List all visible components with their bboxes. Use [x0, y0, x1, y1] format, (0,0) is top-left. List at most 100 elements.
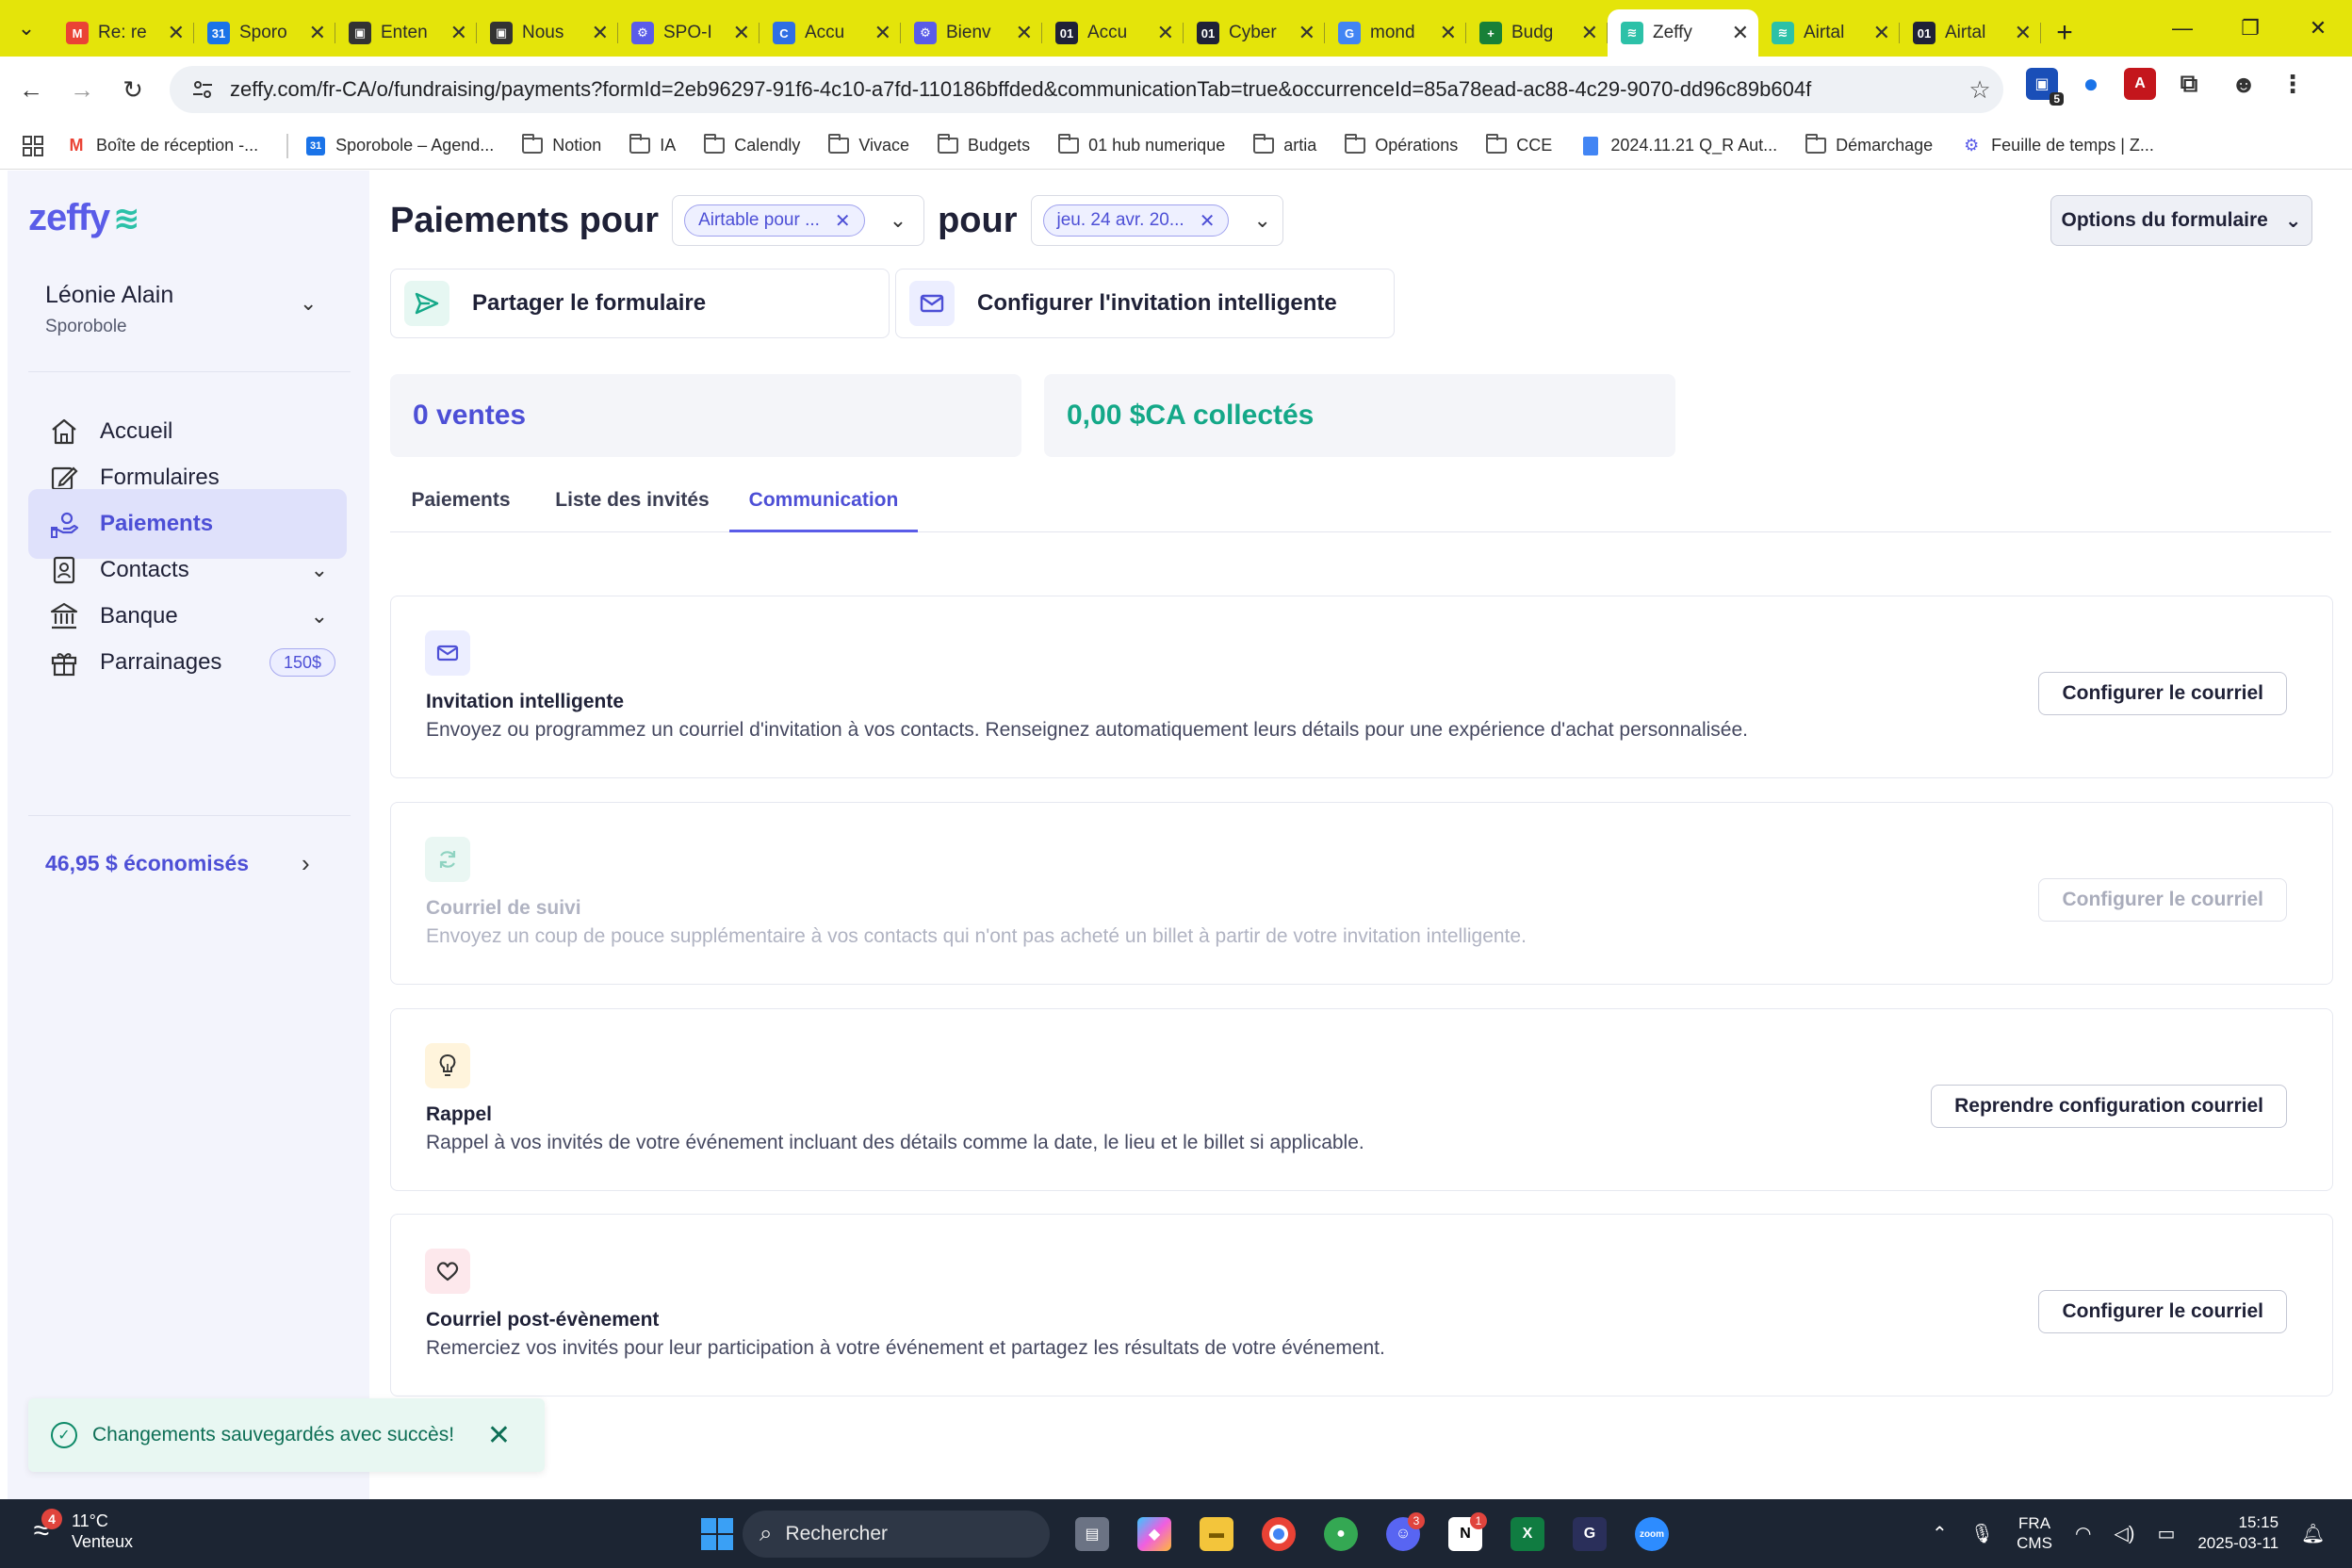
- chevron-down-icon[interactable]: ⌄: [311, 604, 328, 629]
- close-tab-icon[interactable]: ✕: [1581, 21, 1598, 45]
- browser-tab[interactable]: ▣ Enten ✕: [335, 9, 477, 57]
- close-tab-icon[interactable]: ✕: [733, 21, 750, 45]
- configure-email-button[interactable]: Configurer le courriel: [2038, 1290, 2287, 1333]
- configure-invitation-button[interactable]: Configurer l'invitation intelligente: [895, 269, 1395, 338]
- browser-tab[interactable]: 01 Cyber ✕: [1184, 9, 1325, 57]
- close-tab-icon[interactable]: ✕: [1440, 21, 1457, 45]
- taskbar-search[interactable]: ⌕ Rechercher: [743, 1511, 1050, 1558]
- browser-tab[interactable]: 01 Airtal ✕: [1900, 9, 2041, 57]
- close-tab-icon[interactable]: ✕: [1873, 21, 1890, 45]
- discord-icon[interactable]: ☺ 3: [1372, 1511, 1434, 1558]
- extension-circle-icon[interactable]: ●: [2075, 68, 2107, 100]
- excel-icon[interactable]: X: [1496, 1511, 1559, 1558]
- minimize-icon[interactable]: —: [2148, 0, 2216, 57]
- share-form-button[interactable]: Partager le formulaire: [390, 269, 890, 338]
- bookmark-item[interactable]: CCE: [1486, 134, 1552, 155]
- close-tab-icon[interactable]: ✕: [450, 21, 467, 45]
- new-tab-plus-icon[interactable]: +: [2041, 9, 2088, 57]
- remove-x-icon[interactable]: ✕: [1200, 209, 1216, 233]
- close-tab-icon[interactable]: ✕: [1157, 21, 1174, 45]
- bookmark-item[interactable]: Démarchage: [1805, 134, 1933, 155]
- start-windows-icon[interactable]: [686, 1511, 748, 1558]
- browser-tab[interactable]: 31 Sporo ✕: [194, 9, 335, 57]
- apps-grid-icon[interactable]: [23, 135, 43, 156]
- chrome-profile-icon[interactable]: ●: [1310, 1511, 1372, 1558]
- reload-icon[interactable]: ↻: [107, 64, 158, 115]
- sidebar-item-parrainages[interactable]: Parrainages 150$: [28, 628, 347, 697]
- bookmark-item[interactable]: M Boîte de réception -...: [66, 136, 259, 155]
- tab-paiements[interactable]: Paiements: [390, 485, 531, 532]
- configure-email-button[interactable]: Configurer le courriel: [2038, 878, 2287, 922]
- url-text[interactable]: zeffy.com/fr-CA/o/fundraising/payments?f…: [230, 77, 1956, 102]
- copilot-icon[interactable]: ◆: [1123, 1511, 1185, 1558]
- close-tab-icon[interactable]: ✕: [309, 21, 326, 45]
- wifi-icon[interactable]: ◠: [2075, 1522, 2091, 1545]
- tab-liste-invites[interactable]: Liste des invités: [550, 485, 714, 532]
- bookmark-item[interactable]: Budgets: [938, 134, 1030, 155]
- chrome-icon[interactable]: [1248, 1511, 1310, 1558]
- user-switcher[interactable]: Léonie Alain Sporobole: [45, 282, 173, 337]
- configure-email-button[interactable]: Reprendre configuration courriel: [1931, 1085, 2287, 1128]
- remove-x-icon[interactable]: ✕: [835, 209, 851, 233]
- pdf-extension-icon[interactable]: A: [2124, 68, 2156, 100]
- chevron-down-icon[interactable]: ⌄: [1253, 208, 1270, 233]
- zeffy-logo[interactable]: zeffy ≋: [28, 197, 140, 239]
- clock[interactable]: 15:15 2025-03-11: [2197, 1512, 2278, 1554]
- bookmark-item[interactable]: 01 hub numerique: [1058, 134, 1225, 155]
- browser-tab[interactable]: + Budg ✕: [1466, 9, 1608, 57]
- bookmark-star-icon[interactable]: ☆: [1956, 75, 2003, 105]
- date-selector[interactable]: jeu. 24 avr. 20... ✕ ⌄: [1030, 195, 1283, 246]
- file-explorer-icon[interactable]: ▬: [1185, 1511, 1248, 1558]
- volume-icon[interactable]: ◁): [2114, 1522, 2134, 1545]
- browser-tab[interactable]: 01 Accu ✕: [1042, 9, 1184, 57]
- microphone-icon[interactable]: 🎙︎: [1970, 1522, 1994, 1545]
- browser-tab[interactable]: ⚙ Bienv ✕: [901, 9, 1042, 57]
- restore-icon[interactable]: ❐: [2216, 0, 2284, 57]
- profile-avatar-icon[interactable]: ☻: [2228, 68, 2260, 100]
- browser-tab[interactable]: ≋ Airtal ✕: [1758, 9, 1900, 57]
- tab-communication[interactable]: Communication: [729, 485, 918, 532]
- browser-tab[interactable]: ≋ Zeffy ✕: [1608, 9, 1758, 57]
- site-settings-icon[interactable]: [187, 74, 219, 106]
- bookmark-item[interactable]: artia: [1253, 134, 1316, 155]
- savings-link[interactable]: 46,95 $ économisés: [45, 851, 249, 876]
- weather-widget[interactable]: ≈4 11°C Venteux: [21, 1509, 133, 1552]
- browser-tab[interactable]: C Accu ✕: [760, 9, 901, 57]
- bookmark-item[interactable]: 31 Sporobole – Agend...: [305, 136, 494, 155]
- bookmark-item[interactable]: Notion: [522, 134, 601, 155]
- bookmark-item[interactable]: Calendly: [704, 134, 800, 155]
- extensions-puzzle-icon[interactable]: ⧉: [2173, 68, 2205, 100]
- extension-shield-icon[interactable]: ▣ 5: [2026, 68, 2064, 106]
- chevron-down-icon[interactable]: ⌄: [311, 558, 328, 582]
- forward-arrow-icon[interactable]: →: [57, 64, 107, 115]
- form-chip[interactable]: Airtable pour ... ✕: [684, 204, 865, 237]
- chevron-up-icon[interactable]: ⌃: [1932, 1522, 1948, 1545]
- browser-tab[interactable]: ⚙ SPO-I ✕: [618, 9, 760, 57]
- close-tab-icon[interactable]: ✕: [1016, 21, 1033, 45]
- zoom-icon[interactable]: zoom: [1621, 1511, 1683, 1558]
- close-window-icon[interactable]: ✕: [2284, 0, 2352, 57]
- back-arrow-icon[interactable]: ←: [6, 64, 57, 115]
- address-bar[interactable]: zeffy.com/fr-CA/o/fundraising/payments?f…: [170, 66, 2003, 113]
- language-indicator[interactable]: FRA CMS: [2017, 1513, 2052, 1553]
- bookmark-item[interactable]: 2024.11.21 Q_R Aut...: [1580, 136, 1777, 155]
- notifications-bell-icon[interactable]: 🔔︎: [2301, 1522, 2325, 1545]
- browser-tab[interactable]: M Re: re ✕: [53, 9, 194, 57]
- close-tab-icon[interactable]: ✕: [592, 21, 609, 45]
- close-tab-icon[interactable]: ✕: [874, 21, 891, 45]
- configure-email-button[interactable]: Configurer le courriel: [2038, 672, 2287, 715]
- close-tab-icon[interactable]: ✕: [2015, 21, 2032, 45]
- date-chip[interactable]: jeu. 24 avr. 20... ✕: [1042, 204, 1230, 237]
- bookmark-item[interactable]: Opérations: [1345, 134, 1458, 155]
- bookmark-item[interactable]: IA: [629, 134, 676, 155]
- form-selector[interactable]: Airtable pour ... ✕ ⌄: [672, 195, 925, 246]
- chevron-right-icon[interactable]: ›: [302, 849, 310, 878]
- close-tab-icon[interactable]: ✕: [168, 21, 185, 45]
- bookmark-item[interactable]: ⚙ Feuille de temps | Z...: [1961, 136, 2154, 155]
- battery-icon[interactable]: ▭: [2157, 1522, 2175, 1545]
- chevron-down-icon[interactable]: ⌄: [890, 208, 906, 233]
- close-tab-icon[interactable]: ✕: [1298, 21, 1315, 45]
- browser-tab[interactable]: Gmond ✕: [1325, 9, 1466, 57]
- form-options-button[interactable]: Options du formulaire ⌄: [2050, 195, 2312, 246]
- notion-icon[interactable]: N1: [1434, 1511, 1496, 1558]
